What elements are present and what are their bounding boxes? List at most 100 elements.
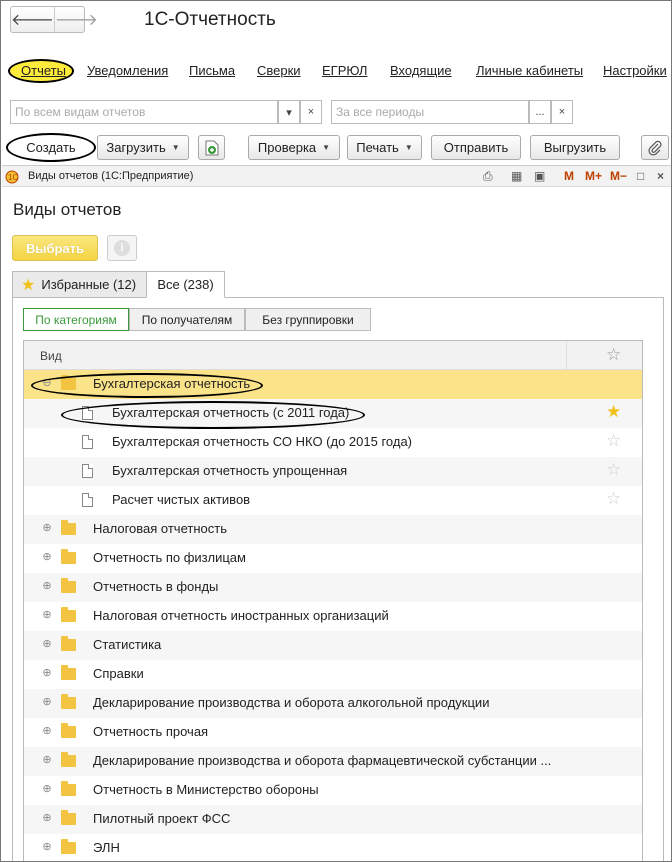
star-outline-icon[interactable]: ☆ [606, 431, 621, 451]
expand-icon[interactable]: ⊕ [42, 523, 52, 534]
menu-settings[interactable]: Настройки [603, 63, 667, 78]
memory-plus-icon[interactable]: M+ [585, 169, 602, 183]
no-grouping[interactable]: Без группировки [245, 308, 371, 331]
table-row[interactable]: ⊕ ЭЛН [24, 834, 642, 861]
row-label: ЭЛН [93, 840, 120, 855]
document-icon [82, 435, 93, 449]
upload-button[interactable]: Загрузить ▼ [97, 135, 189, 160]
print-button[interactable]: Печать ▼ [347, 135, 422, 160]
tab-favorites-label: Избранные (12) [41, 277, 137, 292]
group-by-category[interactable]: По категориям [23, 308, 129, 331]
forward-arrow-icon[interactable]: 🡒 [53, 7, 98, 32]
info-button[interactable]: i [107, 235, 137, 261]
table-row[interactable]: ⊕ Декларирование производства и оборота ф… [24, 747, 642, 776]
calculator-icon[interactable]: ▦ [511, 169, 522, 183]
star-icon: ★ [21, 276, 36, 294]
paperclip-icon [648, 140, 662, 156]
folder-icon [61, 810, 76, 825]
memory-minus-icon[interactable]: M− [610, 169, 627, 183]
table-row[interactable]: ⊕ Статистика [24, 631, 642, 660]
row-label: Пилотный проект ФСС [93, 811, 231, 826]
menu-notifications[interactable]: Уведомления [87, 63, 168, 78]
memory-icon[interactable]: M [564, 169, 574, 183]
row-label: Налоговая отчетность иностранных организ… [93, 608, 389, 623]
folder-icon [61, 694, 76, 709]
expand-icon[interactable]: ⊕ [42, 755, 52, 766]
row-label: Статистика [93, 637, 162, 652]
menu-letters[interactable]: Письма [189, 63, 235, 78]
expand-icon[interactable]: ⊕ [42, 697, 52, 708]
column-divider [566, 341, 567, 370]
print-icon[interactable]: ⎙ [483, 169, 493, 184]
star-outline-icon[interactable]: ☆ [606, 489, 621, 509]
section-menu: Отчеты Уведомления Письма Сверки ЕГРЮЛ В… [1, 59, 671, 83]
table-row[interactable]: ⊕ Отчетность по физлицам [24, 544, 642, 573]
export-button[interactable]: Выгрузить [530, 135, 620, 160]
menu-egrul[interactable]: ЕГРЮЛ [322, 63, 367, 78]
period-filter[interactable]: За все периоды [331, 100, 529, 124]
clear-icon[interactable]: × [300, 100, 322, 124]
dropdown-arrow-icon[interactable]: ▾ [278, 100, 300, 124]
folder-icon [61, 636, 76, 651]
close-icon[interactable]: × [657, 169, 664, 183]
menu-reconciliations[interactable]: Сверки [257, 63, 301, 78]
table-row[interactable]: ⊕ Налоговая отчетность иностранных органи… [24, 602, 642, 631]
table-row[interactable]: ⊕ Справки [24, 660, 642, 689]
add-document-button[interactable] [198, 135, 225, 160]
table-row[interactable]: Расчет чистых активов ☆ [24, 486, 642, 515]
table-row[interactable]: ⊕ Пилотный проект ФСС [24, 805, 642, 834]
restore-icon[interactable]: □ [637, 169, 644, 183]
report-types-table: Вид ☆ ⊖ Бухгалтерская отчетность Бухгалтер… [23, 340, 643, 861]
table-row[interactable]: Бухгалтерская отчетность упрощенная ☆ [24, 457, 642, 486]
expand-icon[interactable]: ⊕ [42, 784, 52, 795]
star-outline-icon[interactable]: ☆ [606, 460, 621, 480]
star-icon[interactable]: ★ [606, 402, 621, 422]
attach-button[interactable] [641, 135, 669, 160]
row-label: Бухгалтерская отчетность СО НКО (до 2015… [112, 434, 413, 449]
check-button[interactable]: Проверка ▼ [248, 135, 340, 160]
send-label: Отправить [443, 140, 509, 155]
expand-icon[interactable]: ⊕ [42, 639, 52, 650]
row-label: Отчетность по физлицам [93, 550, 246, 565]
table-row[interactable]: Бухгалтерская отчетность СО НКО (до 2015… [24, 428, 642, 457]
expand-icon[interactable]: ⊕ [42, 552, 52, 563]
menu-reports[interactable]: Отчеты [21, 63, 66, 78]
clear-icon[interactable]: × [551, 100, 573, 124]
star-outline-icon[interactable]: ☆ [606, 345, 621, 365]
expand-icon[interactable]: ⊕ [42, 813, 52, 824]
group-by-recipient[interactable]: По получателям [129, 308, 245, 331]
choose-button[interactable]: Выбрать [12, 235, 98, 261]
expand-icon[interactable]: ⊕ [42, 668, 52, 679]
tab-all[interactable]: Все (238) [146, 271, 225, 298]
tab-favorites[interactable]: ★ Избранные (12) [12, 271, 147, 298]
menu-incoming[interactable]: Входящие [390, 63, 452, 78]
upload-label: Загрузить [106, 140, 166, 155]
table-row[interactable]: Бухгалтерская отчетность (с 2011 года) ★ [24, 399, 642, 428]
send-button[interactable]: Отправить [431, 135, 521, 160]
dialog-header: 1С Виды отчетов (1С:Предприятие) ⎙ ▦ ▣ M… [2, 165, 671, 187]
app-logo-icon: 1С [5, 170, 19, 184]
export-label: Выгрузить [543, 140, 607, 155]
highlight-oval [31, 373, 263, 398]
calendar-icon[interactable]: ▣ [534, 169, 545, 183]
back-arrow-icon[interactable]: 🡐 [11, 7, 54, 32]
chevron-down-icon: ▼ [171, 143, 180, 152]
expand-icon[interactable]: ⊕ [42, 581, 52, 592]
report-type-filter[interactable]: По всем видам отчетов [10, 100, 278, 124]
app-window: 🡐 🡒 1С-Отчетность Отчеты Уведомления Пис… [0, 0, 672, 862]
row-label: Налоговая отчетность [93, 521, 227, 536]
check-label: Проверка [257, 140, 317, 155]
table-row[interactable]: ⊕ Декларирование производства и оборота а… [24, 689, 642, 718]
expand-icon[interactable]: ⊕ [42, 726, 52, 737]
chevron-down-icon: ▼ [322, 143, 331, 152]
table-row[interactable]: ⊕ Отчетность в Министерство обороны [24, 776, 642, 805]
ellipsis-icon[interactable]: ... [529, 100, 551, 124]
expand-icon[interactable]: ⊕ [42, 610, 52, 621]
menu-personal-cabinets[interactable]: Личные кабинеты [476, 63, 583, 78]
table-row[interactable]: ⊕ Отчетность прочая [24, 718, 642, 747]
create-button[interactable]: Создать [10, 135, 92, 160]
column-name-header[interactable]: Вид [40, 349, 62, 363]
expand-icon[interactable]: ⊕ [42, 842, 52, 853]
table-row[interactable]: ⊕ Налоговая отчетность [24, 515, 642, 544]
table-row[interactable]: ⊕ Отчетность в фонды [24, 573, 642, 602]
